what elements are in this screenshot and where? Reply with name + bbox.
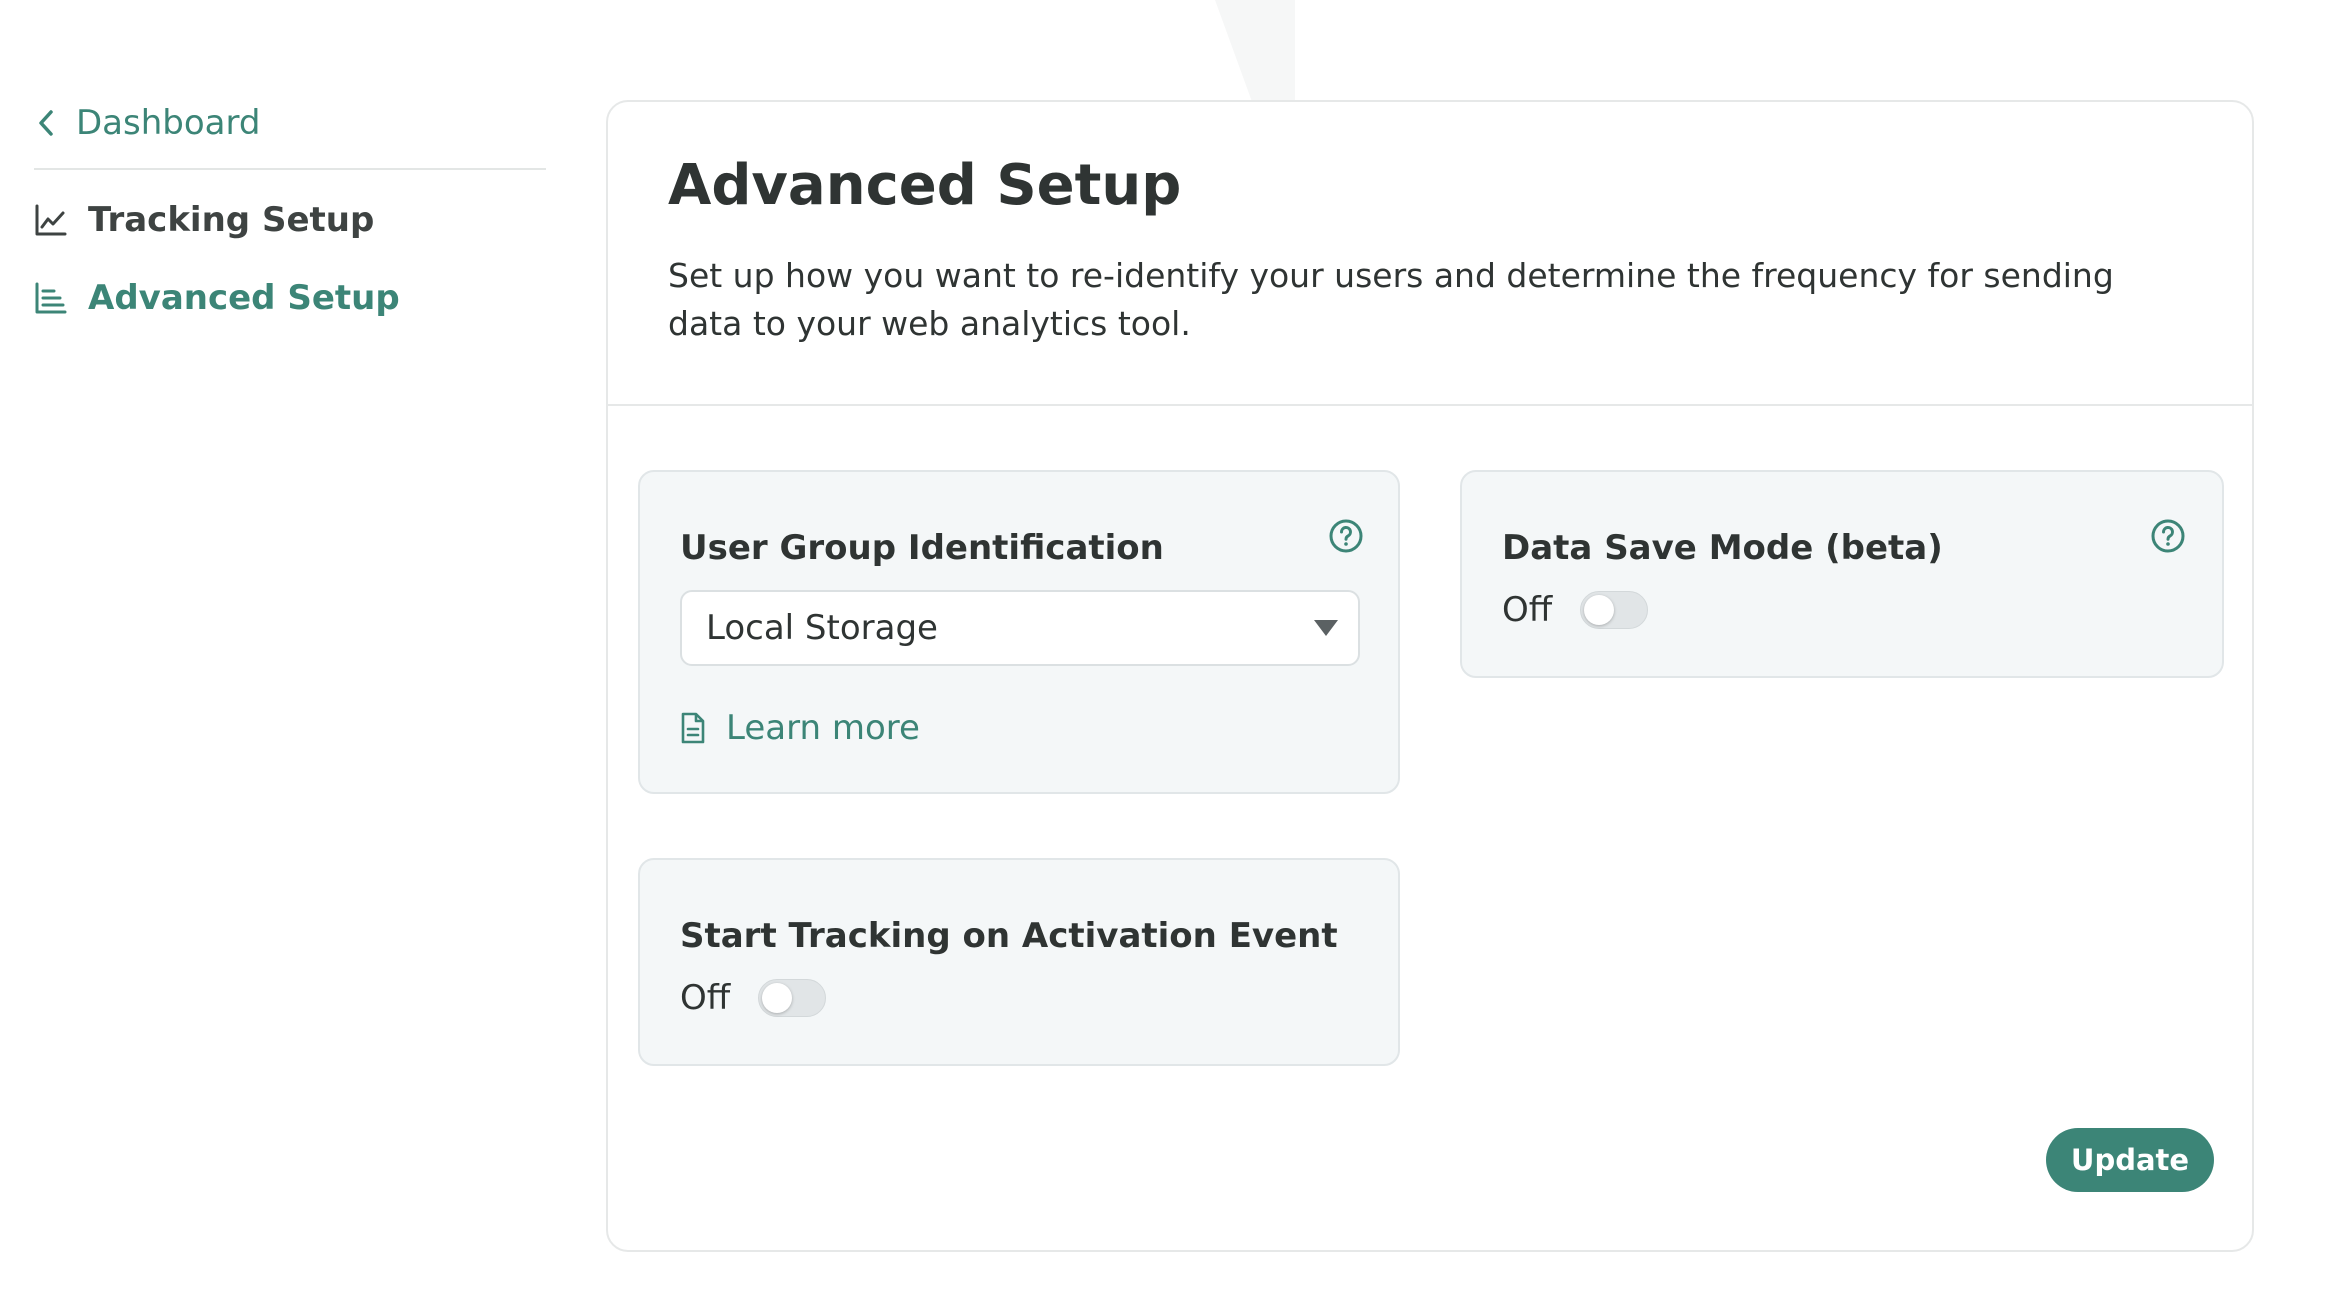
sidebar-item-label: Tracking Setup xyxy=(88,200,375,240)
user-group-select[interactable]: Local Storage xyxy=(680,590,1360,666)
background-shape xyxy=(1215,0,1295,110)
data-save-mode-toggle[interactable] xyxy=(1580,591,1649,629)
bar-chart-icon xyxy=(35,282,67,314)
back-link-label: Dashboard xyxy=(76,103,261,143)
sidebar-divider xyxy=(34,168,546,170)
back-to-dashboard-link[interactable]: Dashboard xyxy=(34,90,546,156)
line-chart-icon xyxy=(35,204,67,236)
help-icon[interactable] xyxy=(1328,518,1364,554)
chevron-left-icon xyxy=(39,110,53,136)
toggle-state-label: Off xyxy=(1502,590,1553,630)
data-save-mode-card: Data Save Mode (beta) Off xyxy=(1460,470,2224,678)
activation-tracking-title: Start Tracking on Activation Event xyxy=(680,916,1338,956)
toggle-state-label: Off xyxy=(680,978,731,1018)
help-icon[interactable] xyxy=(2150,518,2186,554)
data-save-mode-toggle-row: Off xyxy=(1502,590,1649,630)
sidebar: Dashboard Tracking Setup Advanced Setup xyxy=(34,90,546,348)
toggle-knob xyxy=(1584,595,1615,625)
page-title: Advanced Setup xyxy=(668,153,1182,218)
sidebar-item-tracking-setup[interactable]: Tracking Setup xyxy=(34,192,546,248)
page-description: Set up how you want to re-identify your … xyxy=(668,256,2114,343)
panel-header: Advanced Setup Set up how you want to re… xyxy=(608,102,2252,406)
select-value: Local Storage xyxy=(706,608,938,648)
user-group-title: User Group Identification xyxy=(680,528,1164,568)
toggle-knob xyxy=(762,983,793,1013)
learn-more-link[interactable]: Learn more xyxy=(680,708,920,748)
document-icon xyxy=(681,712,705,744)
chevron-down-icon xyxy=(1314,620,1338,636)
user-group-card: User Group Identification Local Storage … xyxy=(638,470,1400,794)
learn-more-label: Learn more xyxy=(726,708,920,748)
activation-tracking-toggle[interactable] xyxy=(758,979,827,1017)
advanced-setup-panel: Advanced Setup Set up how you want to re… xyxy=(606,100,2254,1252)
sidebar-item-advanced-setup[interactable]: Advanced Setup xyxy=(34,270,546,326)
activation-tracking-card: Start Tracking on Activation Event Off xyxy=(638,858,1400,1066)
activation-toggle-row: Off xyxy=(680,978,827,1018)
data-save-mode-title: Data Save Mode (beta) xyxy=(1502,528,1943,568)
sidebar-item-label: Advanced Setup xyxy=(88,278,400,318)
update-button[interactable]: Update xyxy=(2046,1128,2214,1192)
